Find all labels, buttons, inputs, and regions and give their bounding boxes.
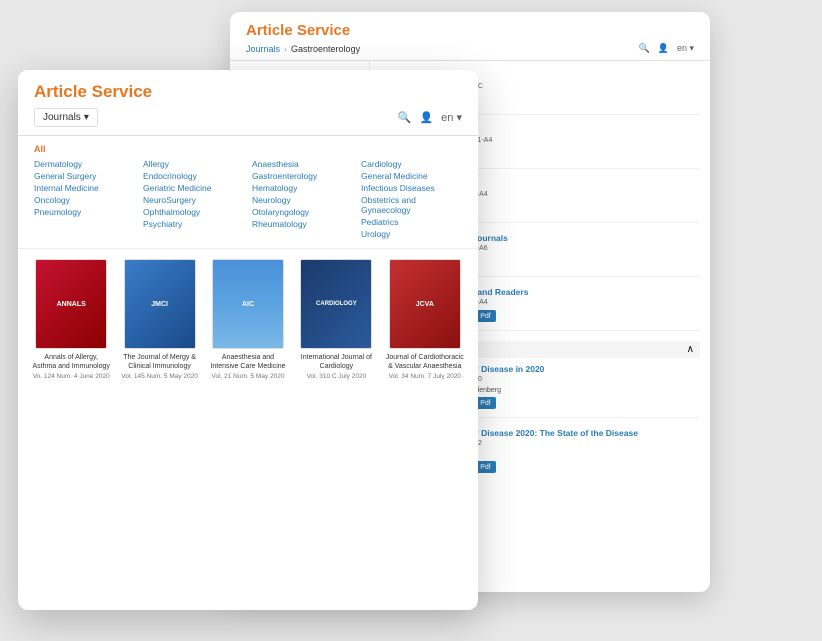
cat-internal-medicine[interactable]: Internal Medicine [34, 182, 135, 194]
front-app-title: Article Service [34, 82, 462, 102]
chevron-down-icon: ▾ [84, 112, 89, 123]
journal-card-2[interactable]: JMCI The Journal of Mergy & Clinical Imm… [120, 259, 198, 380]
search-row: Journals ▾ 🔍 👤 en ▾ [34, 108, 462, 127]
cat-oncology[interactable]: Oncology [34, 194, 135, 206]
journals-label: Journals [43, 112, 81, 123]
journals-grid: ANNALS Annals of Allergy, Asthma and Imm… [32, 259, 464, 380]
journal-cover-5: JCVA [389, 259, 461, 349]
cat-gastroenterology[interactable]: Gastroenterology [252, 170, 353, 182]
search-icon[interactable]: 🔍 [639, 43, 650, 54]
cat-urology[interactable]: Urology [361, 228, 462, 240]
cat-infectious[interactable]: Infectious Diseases [361, 182, 462, 194]
language-button[interactable]: en ▾ [441, 111, 462, 124]
journals-dropdown-button[interactable]: Journals ▾ [34, 108, 98, 127]
cat-geriatric[interactable]: Geriatric Medicine [143, 182, 244, 194]
cover-label-2: JMCI [147, 297, 172, 312]
categories-section: All Dermatology General Surgery Internal… [18, 136, 478, 249]
journal-cover-1: ANNALS [35, 259, 107, 349]
cat-dermatology[interactable]: Dermatology [34, 158, 135, 170]
category-column-4: Cardiology General Medicine Infectious D… [361, 158, 462, 240]
front-window: Article Service Journals ▾ 🔍 👤 en ▾ All … [18, 70, 478, 610]
cat-neurology[interactable]: Neurology [252, 194, 353, 206]
breadcrumb-current: Gastroenterology [291, 44, 360, 54]
journal-cover-2: JMCI [124, 259, 196, 349]
category-column-1: Dermatology General Surgery Internal Med… [34, 158, 135, 240]
breadcrumb: Journals › Gastroenterology [246, 44, 360, 54]
language-selector[interactable]: en ▾ [677, 43, 694, 54]
cat-ophthalmology[interactable]: Ophthalmology [143, 206, 244, 218]
search-icons: 🔍 👤 en ▾ [398, 111, 462, 124]
cat-pediatrics[interactable]: Pediatrics [361, 216, 462, 228]
journal-title-4: International Journal of Cardiology [297, 353, 375, 371]
cat-psychiatry[interactable]: Psychiatry [143, 218, 244, 230]
categories-grid: Dermatology General Surgery Internal Med… [34, 158, 462, 240]
cat-hematology[interactable]: Hematology [252, 182, 353, 194]
journal-card-4[interactable]: CARDIOLOGY International Journal of Card… [297, 259, 375, 380]
search-button[interactable]: 🔍 [398, 111, 412, 124]
all-category-link[interactable]: All [34, 144, 462, 154]
breadcrumb-journals[interactable]: Journals [246, 44, 280, 54]
journal-meta-4: Vol. 310 C July 2020 [307, 373, 367, 380]
journal-cover-3: AIC [212, 259, 284, 349]
cover-label-5: JCVA [412, 297, 438, 312]
journal-meta-5: Vol. 34 Num. 7 July 2020 [389, 373, 461, 380]
back-top-bar: Article Service Journals › Gastroenterol… [230, 12, 710, 61]
journal-title-5: Journal of Cardiothoracic & Vascular Ana… [386, 353, 464, 371]
back-app-title: Article Service [246, 22, 694, 39]
journal-card-1[interactable]: ANNALS Annals of Allergy, Asthma and Imm… [32, 259, 110, 380]
breadcrumb-sep: › [284, 44, 287, 54]
cat-otolaryngology[interactable]: Otolaryngology [252, 206, 353, 218]
collapse-icon[interactable]: ∧ [687, 344, 694, 355]
cat-general-surgery[interactable]: General Surgery [34, 170, 135, 182]
cover-label-4: CARDIOLOGY [312, 297, 361, 311]
journals-grid-section: ANNALS Annals of Allergy, Asthma and Imm… [18, 249, 478, 610]
journal-title-1: Annals of Allergy, Asthma and Immunology [32, 353, 110, 371]
back-toolbar: 🔍 👤 en ▾ [639, 43, 694, 54]
cat-anaesthesia[interactable]: Anaesthesia [252, 158, 353, 170]
journal-meta-1: Vo. 124 Num. 4 June 2020 [33, 373, 110, 380]
journal-card-5[interactable]: JCVA Journal of Cardiothoracic & Vascula… [386, 259, 464, 380]
cat-general-medicine[interactable]: General Medicine [361, 170, 462, 182]
cover-label-1: ANNALS [53, 297, 90, 312]
cat-neurosurgery[interactable]: NeuroSurgery [143, 194, 244, 206]
front-top-bar: Article Service Journals ▾ 🔍 👤 en ▾ [18, 70, 478, 136]
cat-allergy[interactable]: Allergy [143, 158, 244, 170]
cat-rheumatology[interactable]: Rheumatology [252, 218, 353, 230]
user-icon[interactable]: 👤 [658, 43, 669, 54]
journal-meta-3: Vol. 21 Num. 5 May 2020 [211, 373, 284, 380]
category-column-3: Anaesthesia Gastroenterology Hematology … [252, 158, 353, 240]
journal-title-2: The Journal of Mergy & Clinical Immunolo… [120, 353, 198, 371]
category-column-2: Allergy Endocrinology Geriatric Medicine… [143, 158, 244, 240]
user-button[interactable]: 👤 [419, 111, 433, 124]
cat-endocrinology[interactable]: Endocrinology [143, 170, 244, 182]
journal-card-3[interactable]: AIC Anaesthesia and Intensive Care Medic… [209, 259, 287, 380]
journal-meta-2: Vol. 145 Num. 5 May 2020 [121, 373, 198, 380]
cat-cardiology[interactable]: Cardiology [361, 158, 462, 170]
journal-title-3: Anaesthesia and Intensive Care Medicine [209, 353, 287, 371]
cat-pneumology[interactable]: Pneumology [34, 206, 135, 218]
cover-label-3: AIC [238, 297, 258, 312]
journal-cover-4: CARDIOLOGY [300, 259, 372, 349]
cat-obstetrics[interactable]: Obstetrics and Gynaecology [361, 194, 462, 216]
